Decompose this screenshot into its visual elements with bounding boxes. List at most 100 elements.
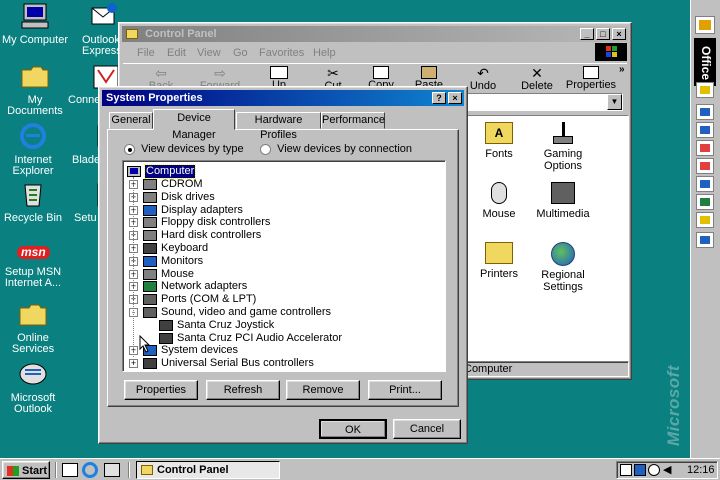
desktop-icon-setup-msn[interactable]: msn Setup MSN Internet A... bbox=[0, 244, 68, 289]
mouse-icon bbox=[491, 182, 507, 204]
device-icon bbox=[143, 268, 157, 280]
office-bar-icon-4[interactable] bbox=[696, 140, 714, 156]
tree-row-label: Universal Serial Bus controllers bbox=[161, 357, 314, 370]
maximize-button[interactable]: □ bbox=[596, 28, 610, 40]
print-button[interactable]: Print... bbox=[368, 380, 442, 400]
cp-item-mouse[interactable]: Mouse bbox=[464, 182, 534, 220]
back-arrow-icon: ⇦ bbox=[155, 65, 167, 81]
cp-item-label: Regional Settings bbox=[541, 269, 585, 293]
office-bar-icon-8[interactable] bbox=[696, 212, 714, 228]
quick-launch-ie-icon[interactable] bbox=[82, 462, 98, 478]
delete-button[interactable]: ✕ Delete bbox=[517, 66, 557, 92]
cancel-button[interactable]: Cancel bbox=[393, 419, 461, 439]
view-by-type-radio[interactable]: View devices by type bbox=[124, 143, 244, 155]
office-bar-icon-9[interactable] bbox=[696, 232, 714, 248]
task-label: Control Panel bbox=[157, 464, 229, 476]
tab-label: General bbox=[111, 114, 151, 126]
desktop-icon-internet-explorer[interactable]: Internet Explorer bbox=[0, 122, 68, 177]
copy-icon bbox=[373, 66, 389, 79]
menu-view[interactable]: View bbox=[197, 44, 221, 62]
cp-item-gaming-options[interactable]: Gaming Options bbox=[528, 122, 598, 172]
desktop-icon-microsoft-outlook[interactable]: Microsoft Outlook bbox=[0, 360, 68, 415]
help-button[interactable]: ? bbox=[432, 92, 446, 104]
tree-row-label: Sound, video and game controllers bbox=[161, 306, 331, 318]
office-bar-icon-5[interactable] bbox=[696, 158, 714, 174]
address-bar[interactable]: ▼ bbox=[459, 93, 623, 111]
office-bar-icon-2[interactable] bbox=[696, 104, 714, 120]
toolbar-more-chevron-icon[interactable]: » bbox=[619, 64, 625, 75]
menu-favorites[interactable]: Favorites bbox=[259, 44, 304, 62]
joystick-icon bbox=[549, 122, 577, 144]
desktop-icon-my-documents[interactable]: My Documents bbox=[0, 62, 70, 117]
tab-hardware-profiles[interactable]: Hardware Profiles bbox=[236, 112, 321, 141]
refresh-button[interactable]: Refresh bbox=[206, 380, 280, 400]
ok-button[interactable]: OK bbox=[319, 419, 387, 439]
tab-general[interactable]: General bbox=[109, 112, 153, 129]
expand-icon[interactable]: + bbox=[129, 359, 138, 369]
office-bar-icon-6[interactable] bbox=[696, 176, 714, 192]
dialog-close-button[interactable]: × bbox=[448, 92, 462, 104]
cp-item-label: Fonts bbox=[485, 148, 513, 160]
task-control-panel[interactable]: Control Panel bbox=[136, 461, 280, 479]
menu-go[interactable]: Go bbox=[233, 44, 248, 62]
desktop-icon-recycle-bin[interactable]: Recycle Bin bbox=[0, 180, 68, 224]
quick-launch-outlook-icon[interactable] bbox=[104, 463, 120, 477]
undo-icon: ↶ bbox=[477, 65, 489, 81]
tree-row-label: Display adapters bbox=[161, 203, 243, 216]
quick-launch-desktop-icon[interactable] bbox=[62, 463, 78, 477]
undo-button[interactable]: ↶ Undo bbox=[465, 66, 501, 92]
menu-file[interactable]: File bbox=[137, 44, 155, 62]
remove-button[interactable]: Remove bbox=[286, 380, 360, 400]
cp-item-printers[interactable]: Printers bbox=[464, 242, 534, 280]
device-icon bbox=[159, 332, 173, 344]
button-label: Cancel bbox=[409, 423, 445, 435]
address-dropdown-arrow-icon[interactable]: ▼ bbox=[607, 94, 622, 110]
desktop-icon-online-services[interactable]: Online Services bbox=[0, 300, 68, 355]
menu-help[interactable]: Help bbox=[313, 44, 336, 62]
outlook-express-icon bbox=[88, 2, 120, 32]
tray-volume-icon[interactable]: ◀ bbox=[663, 464, 671, 476]
close-button[interactable]: × bbox=[612, 28, 626, 40]
tab-device-manager[interactable]: Device Manager bbox=[153, 109, 235, 141]
control-panel-title: Control Panel bbox=[145, 28, 217, 40]
cp-item-regional-settings[interactable]: Regional Settings bbox=[528, 242, 598, 293]
properties-button[interactable]: Properties bbox=[563, 66, 619, 91]
device-icon bbox=[143, 217, 157, 229]
button-label: Remove bbox=[302, 384, 344, 396]
office-bar-icon-7[interactable] bbox=[696, 194, 714, 210]
cp-item-fonts[interactable]: A Fonts bbox=[464, 122, 534, 160]
office-bar-icon-3[interactable] bbox=[696, 122, 714, 138]
view-by-connection-radio[interactable]: View devices by connection bbox=[260, 143, 412, 155]
tray-monitor-icon[interactable] bbox=[634, 464, 646, 476]
office-bar-top-icon[interactable] bbox=[695, 16, 715, 34]
button-label: Print... bbox=[389, 384, 421, 396]
system-properties-titlebar[interactable]: System Properties ? × bbox=[102, 90, 464, 106]
properties-dialog-button[interactable]: Properties bbox=[124, 380, 198, 400]
tree-row-label: Hard disk controllers bbox=[161, 229, 262, 242]
desktop-icon-label: Blade bbox=[72, 154, 101, 166]
button-label: Refresh bbox=[223, 384, 263, 396]
cp-item-multimedia[interactable]: Multimedia bbox=[528, 182, 598, 220]
computer-icon bbox=[19, 2, 51, 32]
device-icon bbox=[143, 230, 157, 242]
tray-clock-icon[interactable] bbox=[648, 464, 660, 476]
quick-launch-divider bbox=[55, 462, 57, 478]
menu-edit[interactable]: Edit bbox=[167, 44, 186, 62]
minimize-button[interactable]: _ bbox=[580, 28, 594, 40]
tab-performance[interactable]: Performance bbox=[321, 112, 385, 129]
tray-network-icon[interactable] bbox=[620, 464, 632, 476]
start-button[interactable]: Start bbox=[2, 461, 50, 479]
tray-clock[interactable]: 12:16 bbox=[687, 463, 715, 477]
up-folder-icon bbox=[270, 66, 288, 79]
device-manager-panel: View devices by type View devices by con… bbox=[107, 129, 459, 407]
device-tree[interactable]: Computer + CDROM + Disk drives + Display adap… bbox=[122, 160, 446, 372]
properties-icon bbox=[583, 66, 599, 79]
office-bar-icon-1[interactable] bbox=[696, 82, 714, 98]
outlook-icon bbox=[17, 360, 49, 390]
desktop-icon-my-computer[interactable]: My Computer bbox=[0, 2, 70, 46]
tree-row-label: Disk drives bbox=[161, 190, 215, 203]
internet-explorer-icon bbox=[17, 122, 49, 152]
device-icon bbox=[159, 319, 173, 331]
control-panel-titlebar[interactable]: Control Panel _ □ × bbox=[122, 26, 628, 42]
tree-row-label: Network adapters bbox=[161, 280, 248, 293]
